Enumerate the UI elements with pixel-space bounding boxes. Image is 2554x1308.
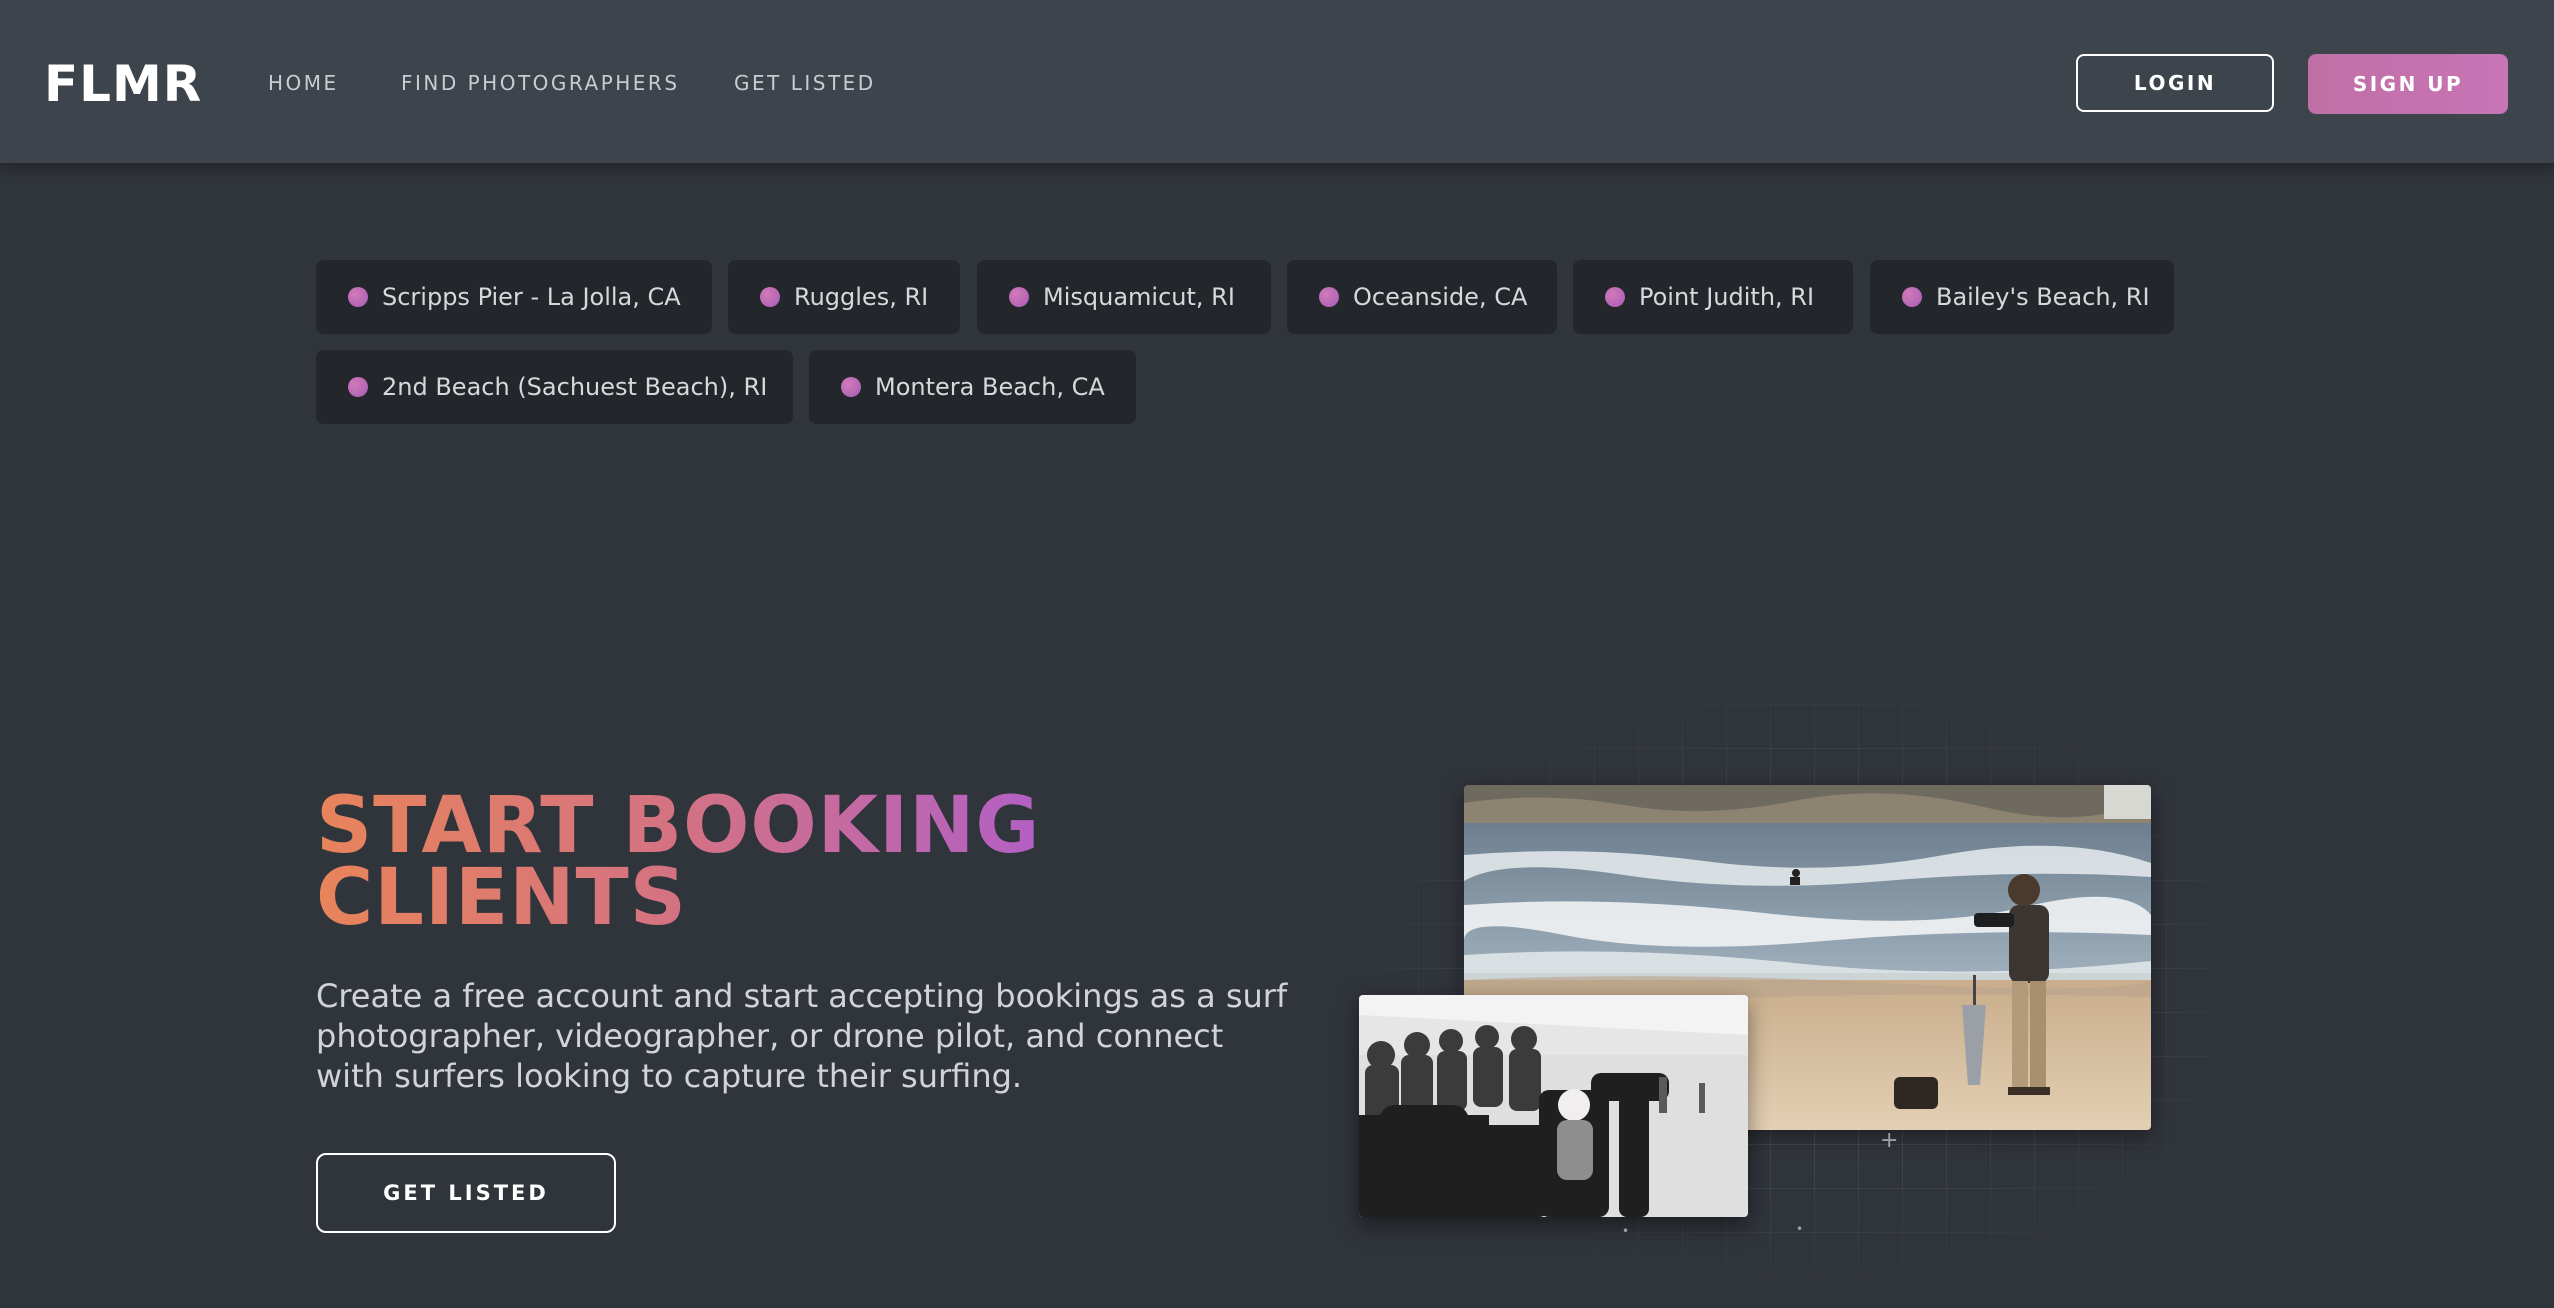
nav-get-listed-link[interactable]: GET LISTED — [734, 68, 876, 98]
hero-description: Create a free account and start acceptin… — [316, 977, 1288, 1095]
grid-dot-marker: • — [1622, 1224, 1630, 1238]
flmr-logo[interactable]: FLMR — [44, 50, 202, 118]
pink-dot-icon — [1009, 287, 1029, 307]
location-tag-oceanside[interactable]: Oceanside, CA — [1287, 260, 1557, 334]
pink-dot-icon — [1319, 287, 1339, 307]
get-listed-button[interactable]: GET LISTED — [316, 1153, 616, 1233]
location-tag-scripps-pier[interactable]: Scripps Pier - La Jolla, CA — [316, 260, 712, 334]
location-tag-ruggles[interactable]: Ruggles, RI — [728, 260, 960, 334]
location-tag-point-judith[interactable]: Point Judith, RI — [1573, 260, 1853, 334]
location-tag-label: Montera Beach, CA — [875, 373, 1105, 401]
location-tag-misquamicut[interactable]: Misquamicut, RI — [977, 260, 1271, 334]
pink-dot-icon — [760, 287, 780, 307]
grid-dot-marker: • — [1796, 1222, 1804, 1236]
location-tag-label: Bailey's Beach, RI — [1936, 283, 2150, 311]
nav-find-photographers-link[interactable]: FIND PHOTOGRAPHERS — [401, 68, 680, 98]
nav-home-link[interactable]: HOME — [268, 68, 339, 98]
hero-title-line-2: CLIENTS — [316, 853, 687, 943]
location-tag-montera-beach[interactable]: Montera Beach, CA — [809, 350, 1136, 424]
location-tag-label: Misquamicut, RI — [1043, 283, 1235, 311]
location-tag-2nd-beach[interactable]: 2nd Beach (Sachuest Beach), RI — [316, 350, 793, 424]
pink-dot-icon — [348, 287, 368, 307]
login-button[interactable]: LOGIN — [2076, 54, 2274, 112]
hero-title: START BOOKING CLIENTS — [316, 790, 1116, 934]
pink-dot-icon — [348, 377, 368, 397]
location-tag-label: Scripps Pier - La Jolla, CA — [382, 283, 681, 311]
top-navbar: FLMR HOME FIND PHOTOGRAPHERS GET LISTED … — [0, 0, 2554, 163]
location-tag-label: Oceanside, CA — [1353, 283, 1528, 311]
crowd-photographers-photo — [1359, 995, 1748, 1217]
grid-plus-marker: + — [1880, 1128, 1899, 1153]
sign-up-button[interactable]: SIGN UP — [2308, 54, 2508, 114]
pink-dot-icon — [1605, 287, 1625, 307]
location-tag-baileys-beach[interactable]: Bailey's Beach, RI — [1870, 260, 2174, 334]
pink-dot-icon — [841, 377, 861, 397]
location-tag-label: 2nd Beach (Sachuest Beach), RI — [382, 373, 768, 401]
location-tag-label: Ruggles, RI — [794, 283, 929, 311]
hero-title-line-1: START BOOKING — [316, 781, 1041, 871]
location-tag-label: Point Judith, RI — [1639, 283, 1815, 311]
pink-dot-icon — [1902, 287, 1922, 307]
